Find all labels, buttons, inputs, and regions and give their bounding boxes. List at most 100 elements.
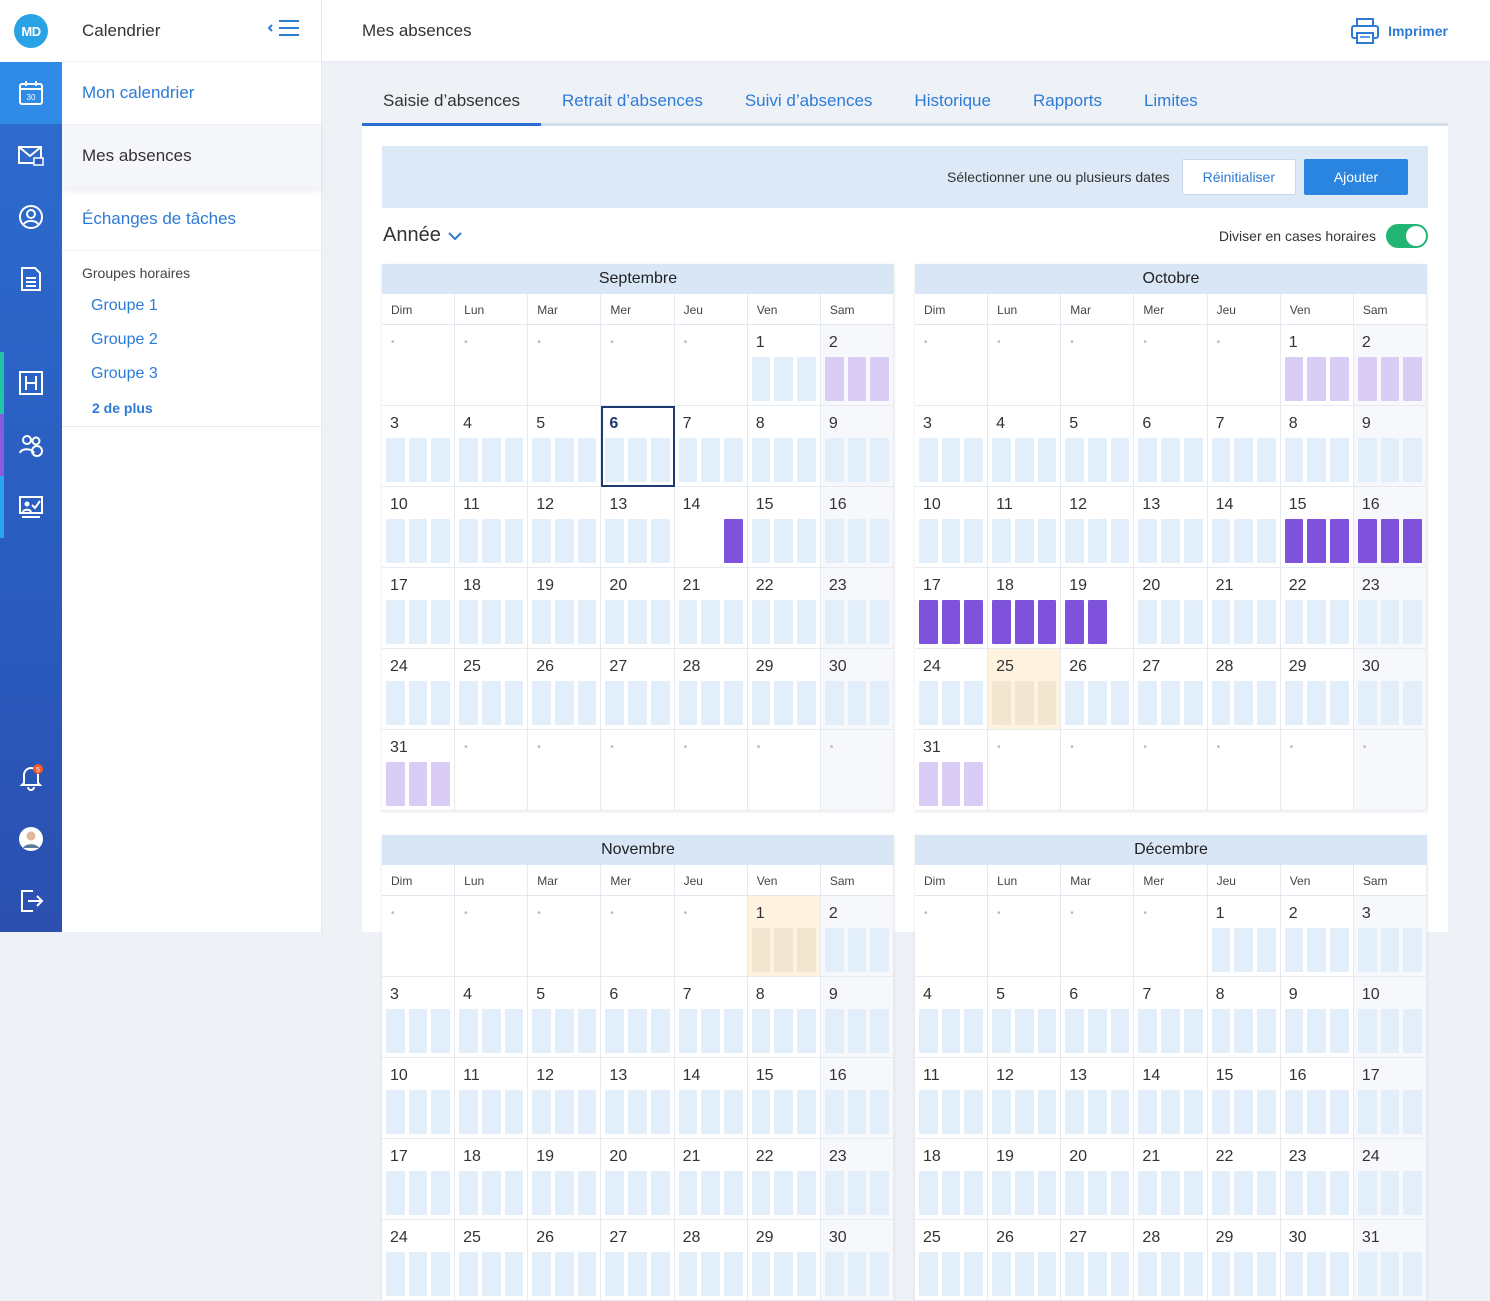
day-cell[interactable]: 29 bbox=[747, 1220, 821, 1301]
time-slot[interactable] bbox=[1357, 1090, 1377, 1134]
time-slot[interactable] bbox=[481, 1252, 501, 1296]
time-slot[interactable] bbox=[797, 681, 816, 725]
day-cell[interactable]: 2 bbox=[1353, 325, 1427, 406]
time-slot[interactable] bbox=[555, 1252, 574, 1296]
day-cell[interactable]: 26 bbox=[988, 1220, 1062, 1301]
time-slot[interactable] bbox=[1357, 438, 1377, 482]
time-slot[interactable] bbox=[1284, 1171, 1304, 1215]
day-cell[interactable]: 19 bbox=[528, 1139, 602, 1220]
time-slot[interactable] bbox=[459, 1090, 478, 1134]
reset-button[interactable]: Réinitialiser bbox=[1181, 159, 1296, 195]
time-slot[interactable] bbox=[847, 1090, 867, 1134]
time-slot[interactable] bbox=[751, 1171, 771, 1215]
time-slot[interactable] bbox=[386, 519, 405, 563]
time-slot[interactable] bbox=[1138, 1090, 1158, 1134]
time-slot[interactable] bbox=[1330, 928, 1349, 972]
time-slot[interactable] bbox=[1307, 928, 1327, 972]
time-slot[interactable] bbox=[650, 1009, 670, 1053]
time-slot[interactable] bbox=[1088, 681, 1107, 725]
time-slot[interactable] bbox=[504, 519, 524, 563]
time-slot[interactable] bbox=[532, 1252, 551, 1296]
day-cell[interactable]: 21 bbox=[1207, 568, 1281, 649]
avatar[interactable] bbox=[0, 808, 62, 870]
time-slot[interactable] bbox=[870, 1252, 889, 1296]
time-slot[interactable] bbox=[1065, 1252, 1084, 1296]
time-slot[interactable] bbox=[555, 681, 574, 725]
time-slot[interactable] bbox=[847, 357, 867, 401]
users-group-icon[interactable] bbox=[0, 414, 62, 476]
time-slot[interactable] bbox=[1110, 1252, 1130, 1296]
day-cell[interactable]: 9 bbox=[1280, 977, 1354, 1058]
day-cell[interactable]: 4 bbox=[455, 977, 529, 1058]
time-slot[interactable] bbox=[504, 1252, 524, 1296]
day-cell[interactable]: 7 bbox=[1207, 406, 1281, 487]
tab-retrait[interactable]: Retrait d’absences bbox=[541, 78, 724, 123]
time-slot[interactable] bbox=[870, 600, 889, 644]
day-cell[interactable]: 20 bbox=[1134, 568, 1208, 649]
day-cell[interactable]: 9 bbox=[820, 977, 894, 1058]
day-cell[interactable]: 14 bbox=[674, 487, 748, 568]
time-slot[interactable] bbox=[459, 519, 478, 563]
day-cell[interactable]: 27 bbox=[1061, 1220, 1135, 1301]
time-slot[interactable] bbox=[408, 1009, 428, 1053]
day-cell[interactable]: 7 bbox=[674, 406, 748, 487]
time-slot[interactable] bbox=[701, 600, 720, 644]
time-slot[interactable] bbox=[1307, 1009, 1327, 1053]
day-cell[interactable]: 24 bbox=[382, 649, 456, 730]
time-slot[interactable] bbox=[964, 1252, 984, 1296]
time-slot[interactable] bbox=[1330, 1009, 1349, 1053]
time-slot[interactable] bbox=[532, 1090, 551, 1134]
time-slot[interactable] bbox=[919, 438, 938, 482]
time-slot[interactable] bbox=[1183, 1252, 1203, 1296]
time-slot[interactable] bbox=[504, 1009, 524, 1053]
time-slot[interactable] bbox=[1161, 681, 1180, 725]
day-cell[interactable]: 31 bbox=[382, 730, 456, 811]
day-cell[interactable]: 6 bbox=[1061, 977, 1135, 1058]
time-slot[interactable] bbox=[941, 1171, 961, 1215]
time-slot[interactable] bbox=[797, 600, 816, 644]
time-slot[interactable] bbox=[532, 1009, 551, 1053]
time-slot[interactable] bbox=[1403, 1090, 1422, 1134]
time-slot[interactable] bbox=[992, 438, 1011, 482]
time-slot[interactable] bbox=[941, 681, 961, 725]
time-slot[interactable] bbox=[650, 681, 670, 725]
time-slot[interactable] bbox=[1284, 519, 1304, 563]
time-slot[interactable] bbox=[1357, 357, 1377, 401]
time-slot[interactable] bbox=[431, 600, 451, 644]
time-slot[interactable] bbox=[1330, 438, 1349, 482]
time-slot[interactable] bbox=[1357, 681, 1377, 725]
day-cell[interactable]: 9 bbox=[1353, 406, 1427, 487]
time-slot[interactable] bbox=[408, 1252, 428, 1296]
time-slot[interactable] bbox=[1211, 1090, 1231, 1134]
nav-mon-calendrier[interactable]: Mon calendrier bbox=[62, 62, 321, 125]
time-slot[interactable] bbox=[964, 1171, 984, 1215]
time-slot[interactable] bbox=[941, 1252, 961, 1296]
time-slot[interactable] bbox=[1380, 438, 1400, 482]
day-cell[interactable]: 6 bbox=[601, 977, 675, 1058]
day-cell[interactable]: 11 bbox=[988, 487, 1062, 568]
time-slot[interactable] bbox=[751, 928, 771, 972]
time-slot[interactable] bbox=[577, 519, 597, 563]
time-slot[interactable] bbox=[992, 1090, 1011, 1134]
time-slot[interactable] bbox=[1161, 438, 1180, 482]
time-slot[interactable] bbox=[1257, 1009, 1276, 1053]
day-cell[interactable]: 29 bbox=[747, 649, 821, 730]
day-cell[interactable]: 22 bbox=[747, 568, 821, 649]
day-cell[interactable]: 31 bbox=[915, 730, 989, 811]
day-cell[interactable]: 12 bbox=[1061, 487, 1135, 568]
time-slot[interactable] bbox=[1014, 1009, 1034, 1053]
time-slot[interactable] bbox=[1161, 600, 1180, 644]
day-cell[interactable]: 10 bbox=[382, 1058, 456, 1139]
time-slot[interactable] bbox=[847, 1009, 867, 1053]
day-cell[interactable]: 16 bbox=[820, 487, 894, 568]
time-slot[interactable] bbox=[386, 681, 405, 725]
time-slot[interactable] bbox=[408, 762, 428, 806]
time-slot[interactable] bbox=[992, 1252, 1011, 1296]
day-cell[interactable]: 28 bbox=[1134, 1220, 1208, 1301]
time-slot[interactable] bbox=[628, 1171, 647, 1215]
split-toggle[interactable] bbox=[1386, 224, 1428, 248]
time-slot[interactable] bbox=[1403, 1252, 1422, 1296]
time-slot[interactable] bbox=[532, 519, 551, 563]
time-slot[interactable] bbox=[481, 519, 501, 563]
time-slot[interactable] bbox=[650, 1252, 670, 1296]
